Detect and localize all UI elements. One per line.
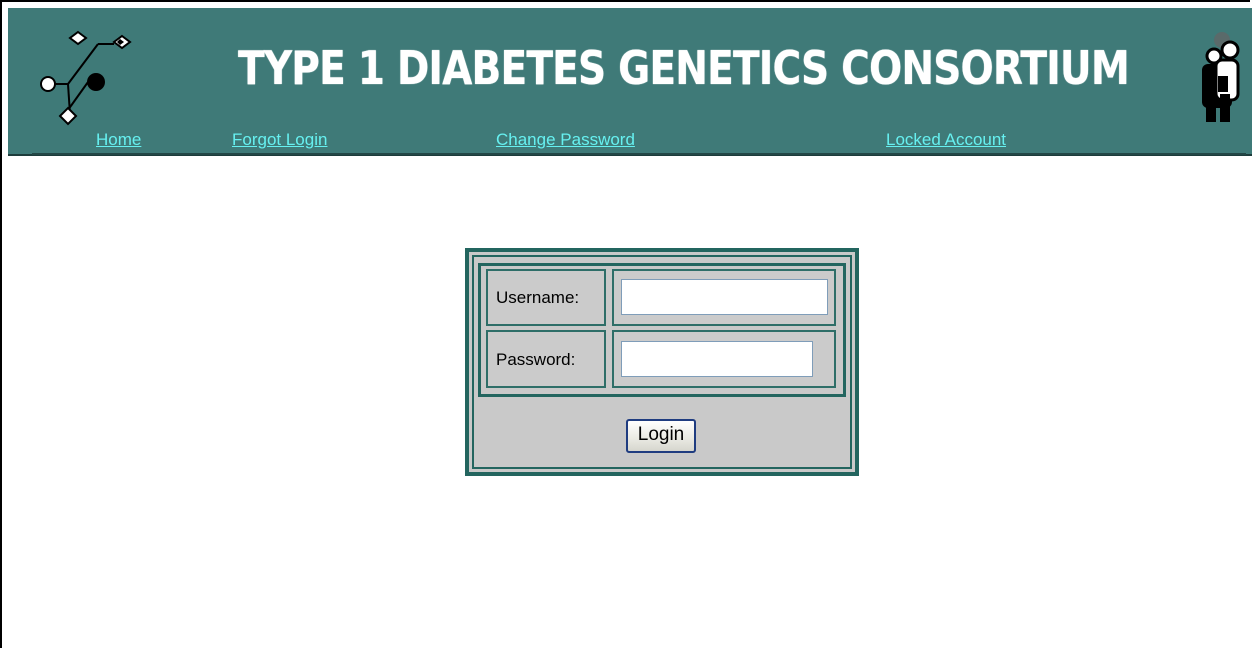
login-fields-table: Username: Password: (478, 263, 846, 397)
login-panel-inner: Username: Password: Login (472, 255, 852, 469)
header-divider (32, 153, 1246, 155)
login-button[interactable]: Login (626, 419, 696, 453)
password-input-cell (612, 330, 836, 388)
family-group-icon (1202, 32, 1240, 122)
username-input[interactable] (621, 279, 828, 315)
nav-locked-account-link[interactable]: Locked Account (886, 130, 1006, 150)
pedigree-logo-icon (40, 30, 132, 126)
site-title: TYPE 1 DIABETES GENETICS CONSORTIUM (238, 41, 1130, 95)
nav-forgot-login-link[interactable]: Forgot Login (232, 130, 327, 150)
nav-home-link[interactable]: Home (96, 130, 141, 150)
login-panel: Username: Password: Login (465, 248, 859, 476)
password-label: Password: (496, 350, 576, 369)
password-input[interactable] (621, 341, 813, 377)
username-input-cell (612, 269, 836, 326)
password-label-cell: Password: (486, 330, 606, 388)
username-label: Username: (496, 288, 580, 307)
site-header: TYPE 1 DIABETES GENETICS CONSORTIUM Home… (8, 8, 1252, 156)
username-label-cell: Username: (486, 269, 606, 326)
nav-change-password-link[interactable]: Change Password (496, 130, 635, 150)
